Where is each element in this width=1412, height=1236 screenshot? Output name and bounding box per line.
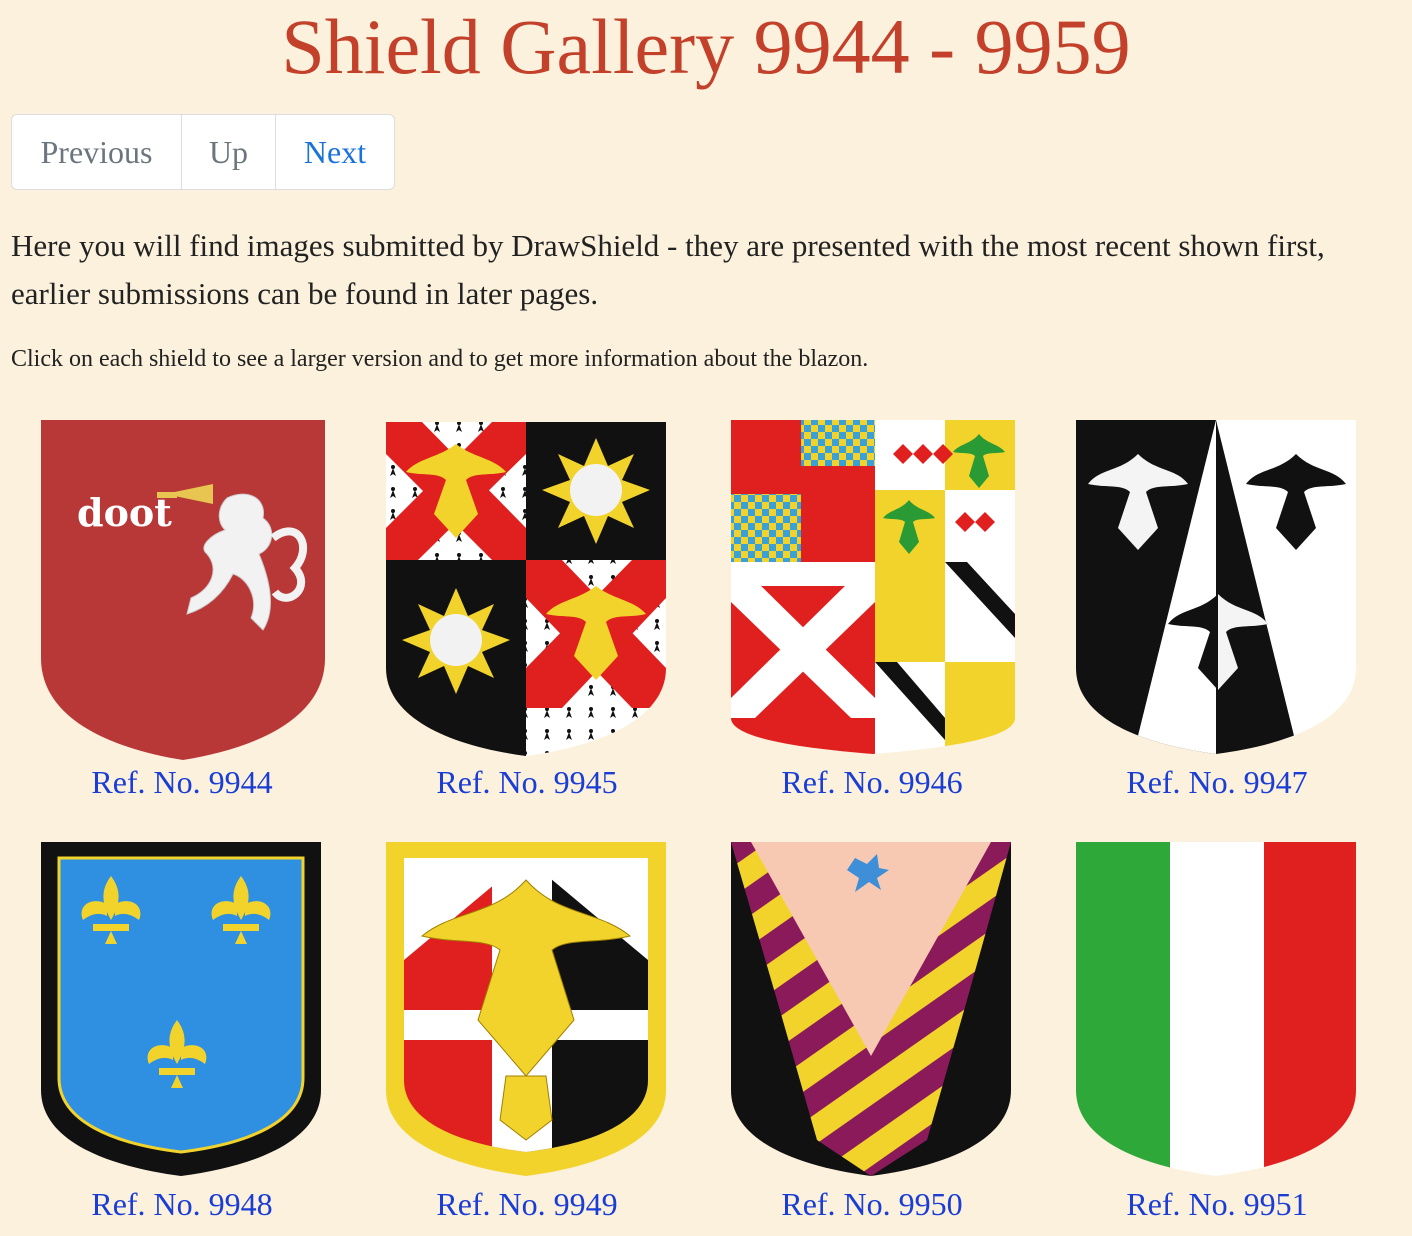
shield-9946-link[interactable]: Ref. No. 9946 — [727, 764, 1017, 801]
shield-card-9950: Ref. No. 9950 — [727, 840, 1017, 1223]
shield-9944-link[interactable]: Ref. No. 9944 — [37, 764, 327, 801]
shield-9947-image[interactable] — [1072, 418, 1362, 760]
shield-9950-image[interactable] — [727, 840, 1017, 1182]
shield-9949-image[interactable] — [382, 840, 672, 1182]
shield-card-9949: Ref. No. 9949 — [382, 840, 672, 1223]
shield-card-9951: Ref. No. 9951 — [1072, 840, 1362, 1223]
shield-9945-image[interactable] — [382, 418, 672, 760]
shield-card-9947: Ref. No. 9947 — [1072, 418, 1362, 801]
shield-card-9948: Ref. No. 9948 — [37, 840, 327, 1223]
shield-card-9944: doot Ref. No. 9944 — [37, 418, 327, 801]
shield-9950-link[interactable]: Ref. No. 9950 — [727, 1186, 1017, 1223]
shield-9948-link[interactable]: Ref. No. 9948 — [37, 1186, 327, 1223]
shield-9947-link[interactable]: Ref. No. 9947 — [1072, 764, 1362, 801]
shield-9951-link[interactable]: Ref. No. 9951 — [1072, 1186, 1362, 1223]
shield-9944-image[interactable]: doot — [37, 418, 327, 760]
shield-9945-link[interactable]: Ref. No. 9945 — [382, 764, 672, 801]
shield-gallery: doot Ref. No. 9944 Ref. No. 9945 Ref. No… — [0, 0, 1412, 1236]
shield-9948-image[interactable] — [37, 840, 327, 1182]
shield-9946-image[interactable] — [727, 418, 1017, 760]
shield-9949-link[interactable]: Ref. No. 9949 — [382, 1186, 672, 1223]
shield-card-9945: Ref. No. 9945 — [382, 418, 672, 801]
shield-9951-image[interactable] — [1072, 840, 1362, 1182]
shield-card-9946: Ref. No. 9946 — [727, 418, 1017, 801]
